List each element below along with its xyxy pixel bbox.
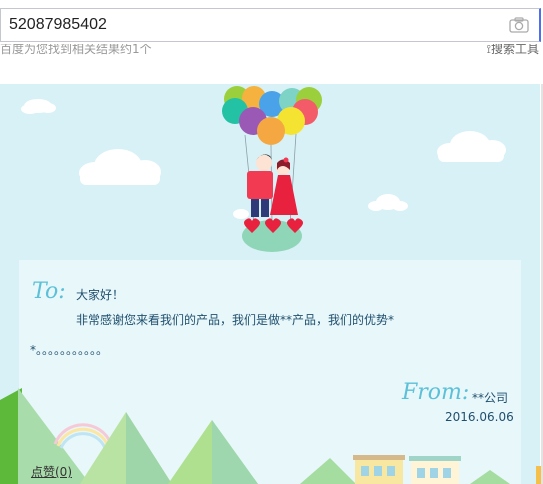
card-date: 2016.06.06 bbox=[445, 410, 514, 424]
body-text: 非常感谢您来看我们的产品，我们是做**产品，我们的优势* bbox=[76, 313, 395, 327]
basket bbox=[242, 218, 303, 252]
dots-text: *。。。。。。。。。。。 bbox=[30, 343, 109, 357]
greeting-text: 大家好！ bbox=[76, 288, 125, 302]
couple bbox=[247, 154, 298, 217]
balloons bbox=[222, 86, 322, 145]
from-label: From: bbox=[402, 380, 470, 405]
like-button[interactable]: 点赞(0) bbox=[31, 463, 72, 480]
to-label: To: bbox=[32, 279, 66, 304]
company-name: **公司 bbox=[472, 391, 509, 405]
